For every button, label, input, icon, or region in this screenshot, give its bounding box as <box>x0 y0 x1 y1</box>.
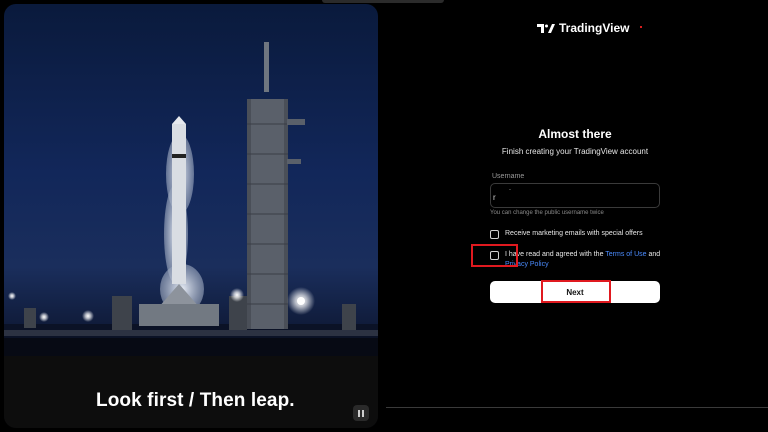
hero-panel: Look first / Then leap. <box>4 4 378 428</box>
page-subtitle: Finish creating your TradingView account <box>501 147 649 156</box>
rocket-launch-image <box>4 42 378 364</box>
hero-tagline: Look first / Then leap. <box>96 390 295 411</box>
tradingview-logo-icon <box>537 24 555 33</box>
terms-middle: and <box>646 251 661 258</box>
page-title: Almost there <box>538 127 612 141</box>
terms-of-use-link[interactable]: Terms of Use <box>605 251 646 258</box>
next-button-highlight <box>541 280 611 303</box>
terms-prefix: I have read and agreed with the <box>505 251 606 258</box>
divider <box>386 407 768 408</box>
marketing-emails-label: Receive marketing emails with special of… <box>505 230 643 237</box>
username-value: r <box>493 193 496 202</box>
username-hint: You can change the public username twice <box>490 210 604 216</box>
brand-name: TradingView <box>559 21 630 35</box>
marketing-emails-checkbox[interactable] <box>490 230 499 239</box>
tradingview-logo[interactable]: TradingView <box>537 20 629 36</box>
marketing-emails-option[interactable]: Receive marketing emails with special of… <box>490 229 643 239</box>
terms-label: I have read and agreed with the Terms of… <box>505 250 670 270</box>
username-cursor-mark: ˆ <box>509 190 511 196</box>
notification-dot <box>640 26 642 28</box>
username-label: Username <box>491 173 526 180</box>
username-input[interactable] <box>490 183 660 208</box>
pause-icon[interactable] <box>353 405 369 421</box>
top-edge-tab <box>322 0 444 3</box>
terms-checkbox-highlight <box>471 244 518 267</box>
